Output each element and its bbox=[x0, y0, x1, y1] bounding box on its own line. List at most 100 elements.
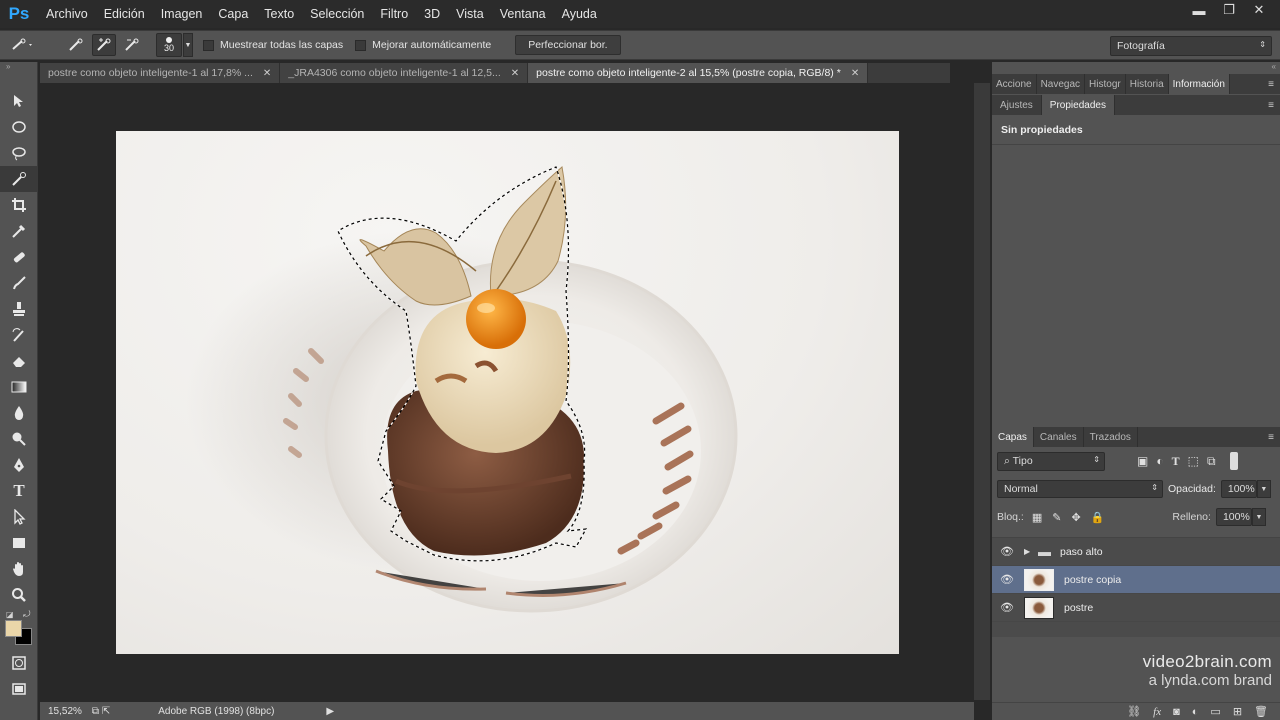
visibility-eye-icon[interactable]: 👁 bbox=[992, 545, 1022, 558]
tab-historia[interactable]: Historia bbox=[1126, 74, 1169, 94]
tab-propiedades[interactable]: Propiedades bbox=[1041, 95, 1115, 115]
close-icon[interactable]: ✕ bbox=[263, 68, 271, 79]
tab-navegador[interactable]: Navegac bbox=[1037, 74, 1086, 94]
tab-capas[interactable]: Capas bbox=[992, 427, 1034, 447]
clone-stamp-icon[interactable] bbox=[0, 296, 38, 322]
lasso-icon[interactable] bbox=[0, 140, 38, 166]
filter-kind-select[interactable]: ⌕ Tipo ⇕ bbox=[997, 451, 1105, 471]
filter-shape-icon[interactable]: ⬚ bbox=[1188, 454, 1199, 469]
filter-adjustment-icon[interactable]: ◐ bbox=[1156, 454, 1163, 469]
visibility-eye-icon[interactable]: 👁 bbox=[992, 601, 1022, 614]
close-window-button[interactable]: ✕ bbox=[1244, 0, 1274, 20]
new-layer-icon[interactable]: ⊞ bbox=[1233, 705, 1242, 718]
hand-icon[interactable] bbox=[0, 556, 38, 582]
blend-mode-select[interactable]: Normal ⇕ bbox=[997, 480, 1163, 498]
blur-icon[interactable] bbox=[0, 400, 38, 426]
minimize-button[interactable]: ▬ bbox=[1184, 0, 1214, 20]
lock-position-icon[interactable]: ✥ bbox=[1071, 511, 1080, 524]
restore-button[interactable]: ❐ bbox=[1214, 0, 1244, 20]
subtract-from-selection-icon[interactable] bbox=[120, 34, 144, 56]
layer-postre[interactable]: 👁 postre bbox=[992, 594, 1280, 622]
fill-input[interactable]: 100% bbox=[1215, 508, 1252, 526]
menu-ventana[interactable]: Ventana bbox=[492, 0, 554, 28]
eyedropper-icon[interactable] bbox=[0, 218, 38, 244]
tab-histograma[interactable]: Histogr bbox=[1085, 74, 1126, 94]
filter-type-icon[interactable]: T bbox=[1172, 454, 1180, 469]
quick-mask-icon[interactable] bbox=[0, 650, 38, 676]
delete-layer-icon[interactable]: 🗑 bbox=[1254, 705, 1268, 718]
checkbox-box[interactable] bbox=[203, 39, 214, 51]
tab-document-3[interactable]: postre como objeto inteligente-2 al 15,5… bbox=[528, 63, 869, 83]
history-brush-icon[interactable] bbox=[0, 322, 38, 348]
filter-toggle[interactable] bbox=[1229, 452, 1238, 470]
tab-acciones[interactable]: Accione bbox=[992, 74, 1037, 94]
new-group-icon[interactable]: ▭ bbox=[1210, 705, 1220, 718]
visibility-eye-icon[interactable]: 👁 bbox=[992, 573, 1022, 586]
layer-style-icon[interactable]: fx bbox=[1153, 706, 1161, 718]
quick-selection-tool-icon[interactable] bbox=[0, 166, 38, 192]
workspace-select[interactable]: Fotografía ⇕ bbox=[1110, 36, 1272, 56]
path-selection-icon[interactable] bbox=[0, 504, 38, 530]
menu-archivo[interactable]: Archivo bbox=[38, 0, 96, 28]
filter-pixel-icon[interactable]: ▣ bbox=[1137, 454, 1148, 469]
tab-trazados[interactable]: Trazados bbox=[1084, 427, 1138, 447]
tab-document-1[interactable]: postre como objeto inteligente-1 al 17,8… bbox=[40, 63, 281, 83]
link-layers-icon[interactable]: ⛓ bbox=[1127, 705, 1141, 718]
eraser-icon[interactable] bbox=[0, 348, 38, 374]
close-icon[interactable]: ✕ bbox=[511, 68, 519, 79]
add-to-selection-icon[interactable] bbox=[92, 34, 116, 56]
add-mask-icon[interactable]: ◙ bbox=[1173, 706, 1180, 718]
zoom-icon[interactable] bbox=[0, 582, 38, 608]
rectangle-icon[interactable] bbox=[0, 530, 38, 556]
collapse-toolbar-icon[interactable]: » bbox=[0, 62, 37, 76]
status-menu-arrow-icon[interactable]: ▶ bbox=[326, 706, 334, 717]
tab-document-2[interactable]: _JRA4306 como objeto inteligente-1 al 12… bbox=[280, 63, 529, 83]
foreground-color-swatch[interactable] bbox=[5, 620, 22, 637]
brush-size-picker[interactable]: 30 bbox=[156, 33, 182, 57]
opacity-dropdown-icon[interactable]: ▼ bbox=[1256, 480, 1271, 498]
swap-colors-icon[interactable]: ⤾ bbox=[23, 609, 31, 620]
panel-menu-icon[interactable]: ≡ bbox=[1262, 74, 1280, 94]
sample-all-layers-checkbox[interactable]: Muestrear todas las capas bbox=[203, 39, 343, 51]
tool-preset-picker[interactable] bbox=[0, 34, 44, 56]
lock-transparency-icon[interactable]: ▦ bbox=[1032, 511, 1042, 524]
elliptical-marquee-icon[interactable] bbox=[0, 114, 38, 140]
default-colors-icon[interactable]: ◪ bbox=[6, 610, 14, 619]
screen-mode-icon[interactable] bbox=[0, 676, 38, 702]
layer-group-paso-alto[interactable]: 👁 ▶ ▬ paso alto bbox=[992, 538, 1280, 566]
expand-arrow-icon[interactable]: ▶ bbox=[1024, 547, 1038, 556]
gradient-icon[interactable] bbox=[0, 374, 38, 400]
menu-seleccion[interactable]: Selección bbox=[302, 0, 372, 28]
vertical-scrollbar[interactable] bbox=[974, 83, 990, 700]
tab-informacion[interactable]: Información bbox=[1168, 74, 1230, 94]
menu-imagen[interactable]: Imagen bbox=[153, 0, 211, 28]
menu-ayuda[interactable]: Ayuda bbox=[554, 0, 605, 28]
brush-icon[interactable] bbox=[0, 270, 38, 296]
tab-canales[interactable]: Canales bbox=[1034, 427, 1084, 447]
layer-postre-copia[interactable]: 👁 postre copia bbox=[992, 566, 1280, 594]
collapse-panels-icon[interactable]: « bbox=[992, 62, 1280, 72]
close-icon[interactable]: ✕ bbox=[851, 68, 859, 79]
menu-texto[interactable]: Texto bbox=[256, 0, 302, 28]
opacity-input[interactable]: 100% bbox=[1220, 480, 1257, 498]
brush-dropdown-arrow-icon[interactable]: ▼ bbox=[183, 33, 193, 57]
new-selection-icon[interactable] bbox=[64, 34, 88, 56]
menu-filtro[interactable]: Filtro bbox=[372, 0, 416, 28]
panel-menu-icon[interactable]: ≡ bbox=[1262, 427, 1280, 447]
menu-capa[interactable]: Capa bbox=[210, 0, 256, 28]
healing-brush-icon[interactable] bbox=[0, 244, 38, 270]
document-canvas[interactable] bbox=[116, 131, 899, 654]
dodge-icon[interactable] bbox=[0, 426, 38, 452]
fill-dropdown-icon[interactable]: ▼ bbox=[1251, 508, 1266, 526]
crop-icon[interactable] bbox=[0, 192, 38, 218]
checkbox-box[interactable] bbox=[355, 39, 367, 51]
menu-edicion[interactable]: Edición bbox=[96, 0, 153, 28]
new-adjustment-icon[interactable]: ◐ bbox=[1192, 706, 1199, 718]
tab-ajustes[interactable]: Ajustes bbox=[992, 95, 1042, 115]
menu-3d[interactable]: 3D bbox=[416, 0, 448, 28]
menu-vista[interactable]: Vista bbox=[448, 0, 492, 28]
filter-smart-object-icon[interactable]: ⧉ bbox=[1207, 454, 1216, 469]
refine-edge-button[interactable]: Perfeccionar bor. bbox=[515, 35, 621, 55]
lock-pixels-icon[interactable]: ✎ bbox=[1052, 511, 1061, 524]
zoom-level[interactable]: 15,52% bbox=[48, 706, 82, 717]
